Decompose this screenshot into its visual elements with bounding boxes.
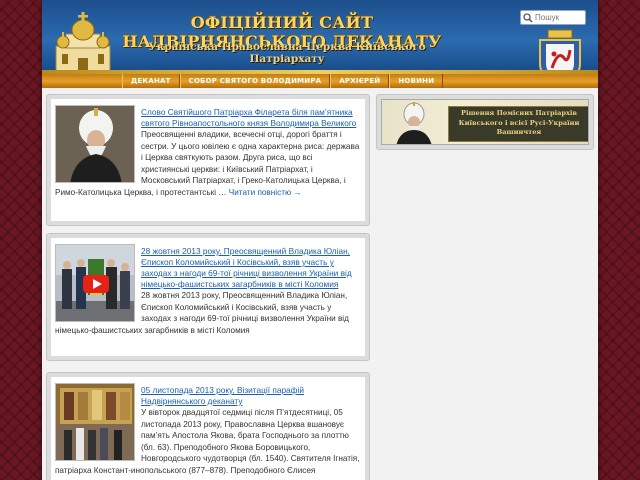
nav-item-deanery[interactable]: ДЕКАНАТ bbox=[122, 74, 180, 88]
nav-item-bishop[interactable]: АРХІЄРЕЙ bbox=[330, 74, 390, 88]
post-thumbnail[interactable] bbox=[55, 105, 135, 183]
post-body: 05 листопада 2013 року, Візитації парафі… bbox=[51, 377, 365, 480]
nav-item-news[interactable]: НОВИНИ bbox=[389, 74, 444, 88]
main-nav: ДЕКАНАТ СОБОР СВЯТОГО ВОЛОДИМИРА АРХІЄРЕ… bbox=[42, 74, 598, 88]
patriarch-banner[interactable]: Рішення Помісних Патріархів Київського і… bbox=[381, 99, 589, 145]
post-body: 28 жовтня 2013 року, Преосвященний Влади… bbox=[51, 238, 365, 356]
site-subtitle: Українська Православна Церква Київського… bbox=[148, 41, 426, 65]
patriarch-portrait-icon bbox=[396, 102, 432, 144]
post-card: 28 жовтня 2013 року, Преосвященний Влади… bbox=[46, 233, 370, 361]
post-thumbnail[interactable] bbox=[55, 383, 135, 461]
post-body: Слово Святійшого Патріарха Філарета біля… bbox=[51, 99, 365, 221]
post-card: Слово Святійшого Патріарха Філарета біля… bbox=[46, 94, 370, 226]
search-box bbox=[520, 10, 586, 25]
search-icon[interactable] bbox=[521, 11, 535, 24]
video-play-icon[interactable] bbox=[83, 275, 109, 293]
site-header: ОФІЦІЙНИЙ САЙТ НАДВІРНЯНСЬКОГО ДЕКАНАТУ … bbox=[42, 0, 598, 74]
read-more-link[interactable]: Читати повністю → bbox=[229, 188, 302, 197]
search-input[interactable] bbox=[535, 11, 583, 24]
nav-item-cathedral[interactable]: СОБОР СВЯТОГО ВОЛОДИМИРА bbox=[179, 74, 331, 88]
sidebar-widget: Рішення Помісних Патріархів Київського і… bbox=[376, 94, 594, 150]
church-logo-icon[interactable] bbox=[48, 8, 118, 74]
coat-of-arms-icon bbox=[539, 29, 581, 74]
page-frame: ОФІЦІЙНИЙ САЙТ НАДВІРНЯНСЬКОГО ДЕКАНАТУ … bbox=[42, 0, 598, 480]
post-video-thumbnail[interactable] bbox=[55, 244, 135, 322]
post-card: 05 листопада 2013 року, Візитації парафі… bbox=[46, 372, 370, 480]
banner-text: Рішення Помісних Патріархів Київського і… bbox=[448, 106, 588, 142]
